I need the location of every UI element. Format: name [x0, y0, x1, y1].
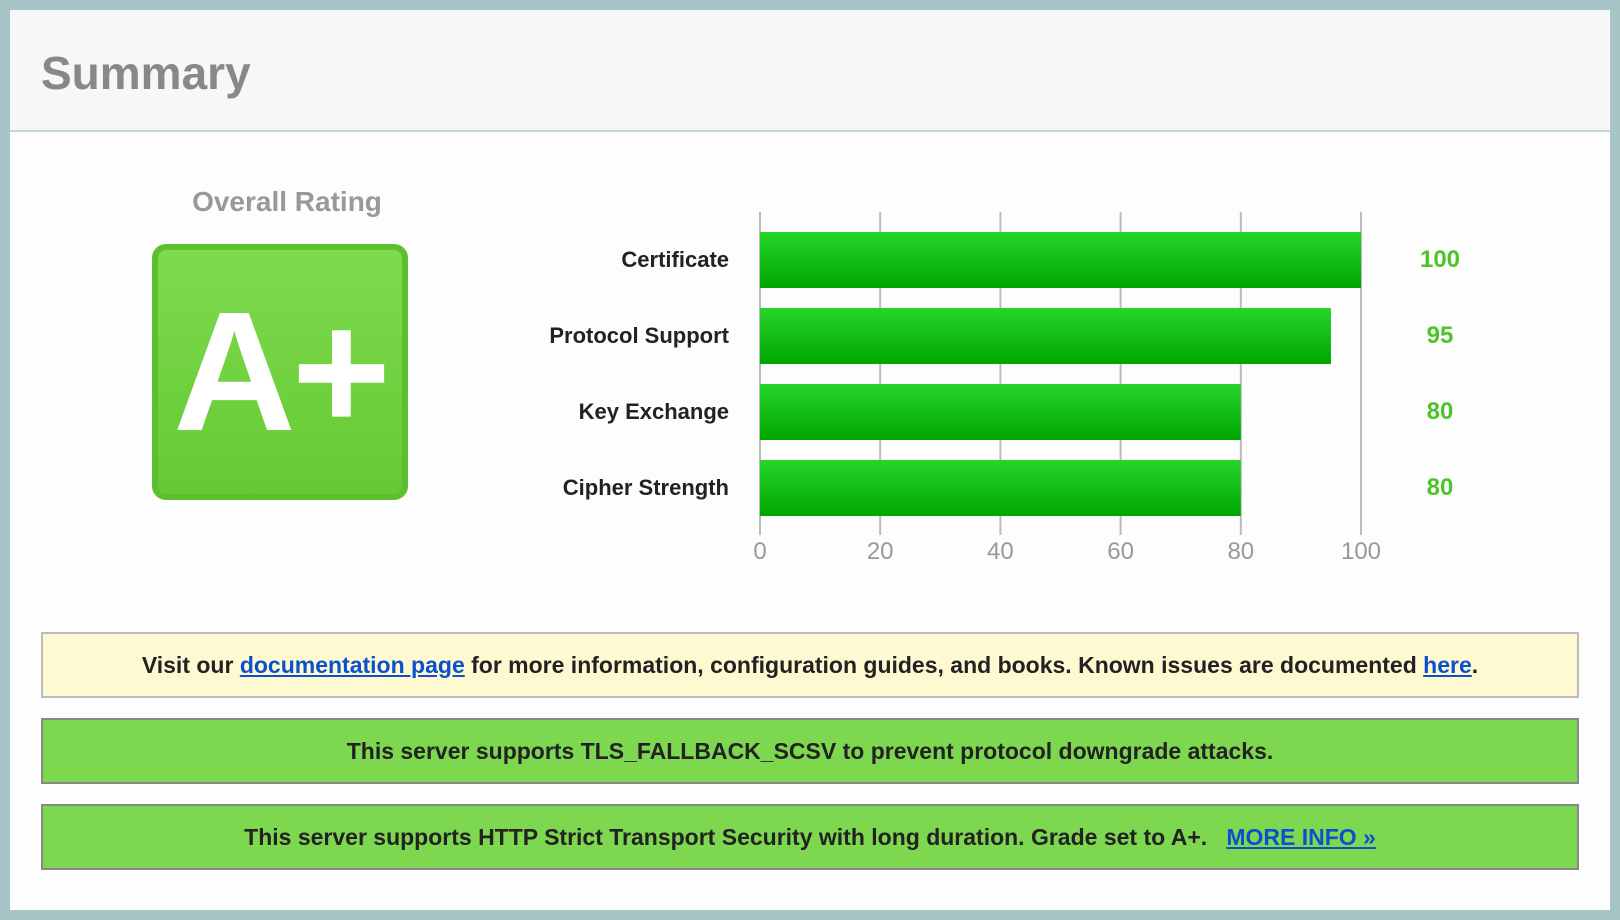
value-label: 80 — [1426, 474, 1454, 501]
x-tick-label: 80 — [1227, 538, 1255, 565]
value-label: 80 — [1426, 398, 1454, 425]
documentation-notice: Visit our documentation page for more in… — [41, 632, 1579, 698]
bar-certificate — [760, 232, 1361, 288]
category-label: Protocol Support — [549, 323, 729, 348]
x-tick-label: 40 — [987, 538, 1014, 565]
bar-protocol-support — [760, 308, 1331, 364]
notice-text: for more information, configuration guid… — [464, 651, 1424, 678]
bar-cipher-strength — [760, 460, 1241, 516]
category-label: Cipher Strength — [562, 475, 729, 500]
category-label: Key Exchange — [578, 399, 729, 424]
x-tick-label: 60 — [1107, 538, 1134, 565]
value-label: 100 — [1419, 246, 1461, 273]
x-tick-label: 20 — [866, 538, 894, 565]
bar-key-exchange — [760, 384, 1241, 440]
notice-text: This server supports HTTP Strict Transpo… — [244, 823, 1208, 850]
value-label: 95 — [1426, 322, 1454, 349]
x-tick-label: 0 — [753, 538, 767, 565]
x-tick-label: 100 — [1340, 538, 1382, 565]
notice-text: This server supports TLS_FALLBACK_SCSV t… — [346, 737, 1274, 764]
documentation-page-link[interactable]: documentation page — [240, 652, 465, 679]
summary-panel: Summary Overall Rating A+ 0 20 40 60 80 100 Ce… — [0, 0, 1620, 920]
notice-text: Visit our — [141, 651, 240, 678]
score-chart — [759, 212, 1362, 535]
fallback-scsv-notice: This server supports TLS_FALLBACK_SCSV t… — [41, 718, 1579, 784]
known-issues-link[interactable]: here — [1423, 652, 1472, 679]
more-info-link[interactable]: MORE INFO » — [1226, 824, 1376, 851]
hsts-notice: This server supports HTTP Strict Transpo… — [41, 804, 1579, 870]
category-label: Certificate — [621, 247, 729, 272]
notice-text: . — [1471, 651, 1479, 678]
